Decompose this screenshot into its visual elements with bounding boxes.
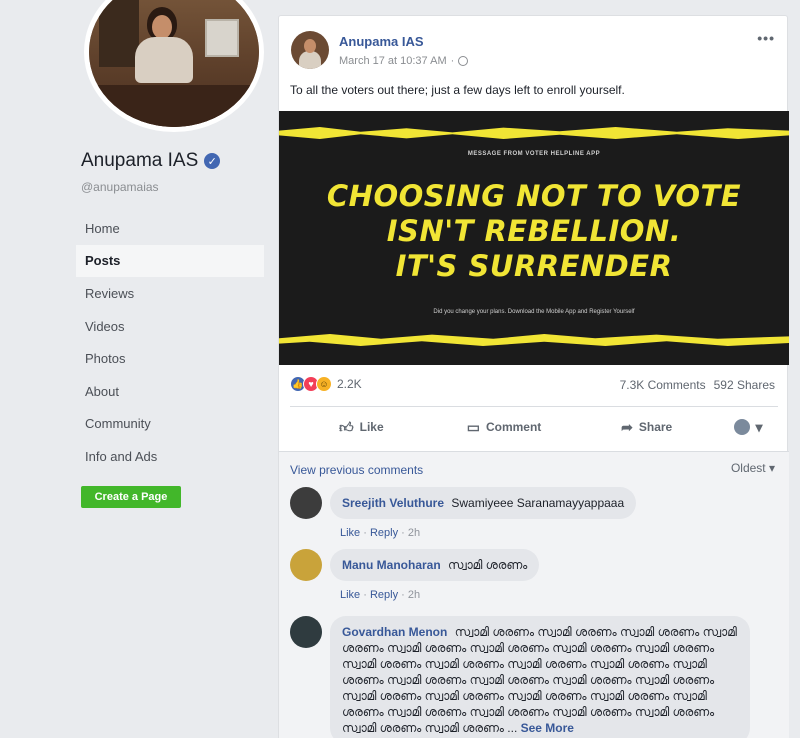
page-name-text[interactable]: Anupama IAS [81, 150, 198, 172]
page-name[interactable]: Anupama IAS ✓ [81, 150, 221, 172]
more-options-icon[interactable]: ••• [757, 30, 775, 46]
commenter-name[interactable]: Govardhan Menon [342, 625, 447, 639]
banner-bottom-stripe [279, 334, 789, 346]
comment-bubble-icon: ▭ [466, 418, 480, 435]
banner-headline-line1: CHOOSING NOT TO VOTE [326, 179, 742, 213]
comment-text: Swamiyeee Saranamayyappaaa [451, 496, 625, 510]
page-handle: @anupamaias [81, 180, 159, 194]
comment-actions: Like · Reply · 2h [340, 527, 421, 539]
comment-button[interactable]: ▭ Comment [433, 419, 576, 436]
comment-item: Manu Manoharan സ്വാമി ശരണം Like · Reply … [290, 549, 770, 609]
banner-small-header: MESSAGE FROM VOTER HELPLINE APP [467, 151, 601, 157]
post-image[interactable]: MESSAGE FROM VOTER HELPLINE APP CHOOSING… [279, 111, 789, 365]
nav-item-reviews[interactable]: Reviews [76, 277, 264, 310]
post-card: Anupama IAS March 17 at 10:37 AM · ••• T… [278, 15, 789, 738]
like-button[interactable]: 👍︎ Like [290, 419, 433, 436]
banner-top-stripe [279, 127, 789, 139]
commenter-name[interactable]: Manu Manoharan [342, 558, 441, 572]
share-button-label: Share [638, 420, 673, 434]
nav-item-info-and-ads[interactable]: Info and Ads [76, 440, 264, 473]
chevron-down-icon: ▾ [755, 418, 763, 435]
post-meta: March 17 at 10:37 AM · [339, 55, 469, 67]
view-previous-comments-link[interactable]: View previous comments [290, 463, 423, 477]
comment-item: Sreejith Veluthure Swamiyeee Saranamayya… [290, 487, 770, 547]
engagement-counts: 7.3K Comments 592 Shares [620, 378, 775, 392]
commenter-avatar[interactable] [290, 487, 322, 519]
nav-item-posts[interactable]: Posts [76, 244, 264, 278]
banner-headline-line3: IT'S SURRENDER [395, 249, 673, 283]
nav-item-videos[interactable]: Videos [76, 310, 264, 343]
comment-item: Govardhan Menon സ്വാമി ശരണം സ്വാമി ശരണം … [290, 616, 770, 738]
comment-time[interactable]: 2h [408, 589, 420, 601]
comment-text: സ്വാമി ശരണം സ്വാമി ശരണം സ്വാമി ശരണം സ്വാ… [342, 625, 737, 735]
page-nav: Home Posts Reviews Videos Photos About C… [76, 212, 264, 473]
comment-bubble: Govardhan Menon സ്വാമി ശരണം സ്വാമി ശരണം … [330, 616, 750, 738]
comment-bubble: Sreejith Veluthure Swamiyeee Saranamayya… [330, 487, 637, 519]
page-avatar-icon [733, 419, 750, 435]
share-button[interactable]: ➦ Share [575, 419, 718, 436]
post-author-name[interactable]: Anupama IAS [339, 34, 424, 49]
post-as-selector[interactable]: ▾ [718, 419, 778, 436]
comment-text: സ്വാമി ശരണം [448, 558, 528, 572]
reactions-summary[interactable]: 👍 ♥ ☺ 2.2K [290, 376, 362, 392]
comment-like-link[interactable]: Like [340, 527, 360, 539]
commenter-avatar[interactable] [290, 549, 322, 581]
banner-headline-line2: ISN'T REBELLION. [386, 214, 682, 248]
thumbs-up-icon: 👍︎ [339, 418, 354, 435]
comment-sort-dropdown[interactable]: Oldest ▾ [731, 461, 775, 475]
nav-item-about[interactable]: About [76, 375, 264, 408]
comment-bubble: Manu Manoharan സ്വാമി ശരണം [330, 549, 540, 581]
commenter-avatar[interactable] [290, 616, 322, 648]
divider [290, 406, 778, 407]
like-button-label: Like [359, 420, 384, 434]
comment-actions: Like · Reply · 2h [340, 589, 421, 601]
share-arrow-icon: ➦ [621, 418, 633, 435]
post-timestamp[interactable]: March 17 at 10:37 AM [339, 55, 447, 67]
nav-item-photos[interactable]: Photos [76, 342, 264, 375]
post-author-avatar[interactable] [291, 31, 329, 69]
public-globe-icon [458, 56, 469, 66]
comment-reply-link[interactable]: Reply [370, 589, 398, 601]
banner-headline: CHOOSING NOT TO VOTE ISN'T REBELLION. IT… [279, 179, 789, 284]
comments-count[interactable]: 7.3K Comments [620, 378, 706, 392]
nav-item-community[interactable]: Community [76, 408, 264, 441]
shares-count[interactable]: 592 Shares [714, 378, 775, 392]
post-actions: 👍︎ Like ▭ Comment ➦ Share ▾ [290, 412, 778, 442]
left-column: Anupama IAS ✓ @anupamaias Home Posts Rev… [0, 0, 270, 738]
post-text: To all the voters out there; just a few … [290, 83, 625, 97]
see-more-link[interactable]: See More [521, 721, 574, 735]
create-page-button[interactable]: Create a Page [81, 486, 181, 508]
reactions-count[interactable]: 2.2K [337, 377, 362, 391]
haha-reaction-icon: ☺ [316, 376, 332, 392]
comment-reply-link[interactable]: Reply [370, 527, 398, 539]
profile-picture[interactable] [84, 0, 264, 132]
comment-button-label: Comment [485, 420, 542, 434]
nav-item-home[interactable]: Home [76, 212, 264, 245]
comment-like-link[interactable]: Like [340, 589, 360, 601]
comment-time[interactable]: 2h [408, 527, 420, 539]
verified-badge-icon: ✓ [204, 153, 221, 169]
banner-footer-text: Did you change your plans. Download the … [433, 309, 635, 315]
comments-section: View previous comments Oldest ▾ Sreejith… [279, 451, 789, 738]
commenter-name[interactable]: Sreejith Veluthure [342, 496, 444, 510]
